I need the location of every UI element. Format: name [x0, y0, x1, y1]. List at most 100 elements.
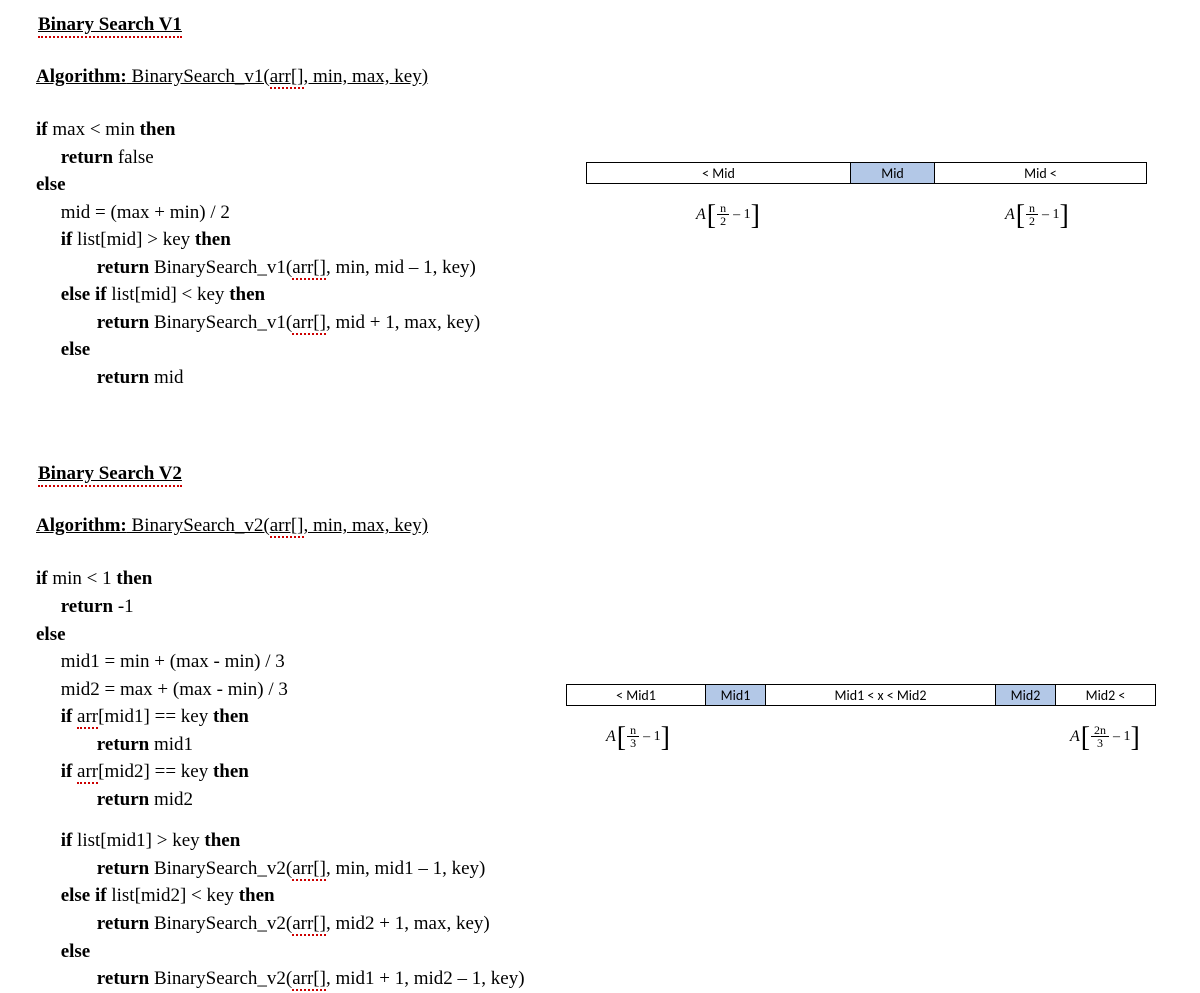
bracket-icon: [ [707, 206, 716, 226]
document-page: Binary Search V1 Algorithm: BinarySearch… [0, 0, 1200, 991]
arr-token: arr [77, 706, 98, 729]
txt: false [113, 147, 154, 168]
txt: mid2 [149, 789, 193, 810]
kw: then [229, 284, 265, 305]
txt: [mid2] == key [98, 761, 213, 782]
formula-right: A [ 2n 3 – 1 ] [1070, 724, 1140, 749]
arr-token: arr[] [292, 913, 326, 936]
kw: then [239, 885, 275, 906]
arr-token: arr[] [292, 257, 326, 280]
txt: , mid + 1, max, key) [326, 312, 480, 333]
sig-part: BinarySearch_v2( [127, 515, 270, 536]
denominator: 3 [1094, 737, 1106, 749]
txt: , mid2 + 1, max, key) [326, 913, 490, 934]
kw: else [36, 174, 66, 195]
array-boxes: < Mid Mid Mid < [586, 162, 1156, 184]
tail: – 1 [733, 207, 751, 223]
heading-v2: Binary Search V2 [38, 463, 182, 487]
diagram-v2: < Mid1 Mid1 Mid1 < x < Mid2 Mid2 Mid2 < … [566, 684, 1166, 749]
section-v1: Binary Search V1 Algorithm: BinarySearch… [36, 14, 596, 391]
segment-gt-mid2: Mid2 < [1056, 684, 1156, 706]
kw: return [97, 312, 149, 333]
fraction: n 2 [1026, 202, 1038, 227]
kw: then [204, 830, 240, 851]
bracket-icon: ] [1131, 728, 1140, 748]
segment-mid2: Mid2 [996, 684, 1056, 706]
kw: if [61, 761, 77, 782]
kw: else [61, 339, 91, 360]
txt: , min, mid1 – 1, key) [326, 858, 485, 879]
diagram-v1: < Mid Mid Mid < A [ n 2 – 1 ] A [ n 2 [586, 162, 1156, 227]
A: A [606, 728, 616, 746]
arr-token: arr[] [292, 312, 326, 335]
fraction: 2n 3 [1091, 724, 1109, 749]
segment-between: Mid1 < x < Mid2 [766, 684, 996, 706]
arr-token: arr[] [270, 66, 304, 89]
A: A [1005, 206, 1015, 224]
txt: -1 [113, 596, 134, 617]
bracket-icon: ] [661, 728, 670, 748]
txt: BinarySearch_v2( [149, 858, 292, 879]
kw: then [213, 761, 249, 782]
kw: then [195, 229, 231, 250]
txt: BinarySearch_v2( [149, 913, 292, 934]
txt: BinarySearch_v1( [149, 257, 292, 278]
A: A [696, 206, 706, 224]
txt: mid2 = max + (max - min) / 3 [61, 679, 288, 700]
txt: list[mid] > key [72, 229, 195, 250]
tail: – 1 [1042, 207, 1060, 223]
kw: else [36, 624, 66, 645]
kw: return [61, 147, 113, 168]
kw: if [36, 119, 48, 140]
bracket-icon: [ [617, 728, 626, 748]
txt: list[mid1] > key [72, 830, 204, 851]
kw: return [61, 596, 113, 617]
algorithm-label: Algorithm: [36, 66, 127, 87]
txt: mid [149, 367, 183, 388]
algorithm-signature-v1: Algorithm: BinarySearch_v1(arr[], min, m… [36, 66, 596, 88]
denominator: 2 [1026, 215, 1038, 227]
txt: mid = (max + min) / 2 [61, 202, 230, 223]
kw: return [97, 858, 149, 879]
bracket-icon: [ [1016, 206, 1025, 226]
algorithm-signature-v2: Algorithm: BinarySearch_v2(arr[], min, m… [36, 515, 596, 537]
arr-token: arr[] [292, 968, 326, 991]
segment-mid1: Mid1 [706, 684, 766, 706]
txt: max < min [48, 119, 140, 140]
kw: if [36, 568, 48, 589]
algorithm-label: Algorithm: [36, 515, 127, 536]
segment-gt-mid: Mid < [935, 162, 1147, 184]
fraction: n 2 [717, 202, 729, 227]
txt: mid1 = min + (max - min) / 3 [61, 651, 285, 672]
txt: mid1 [149, 734, 193, 755]
kw: then [213, 706, 249, 727]
fraction: n 3 [627, 724, 639, 749]
heading-v1: Binary Search V1 [38, 14, 182, 38]
denominator: 3 [627, 737, 639, 749]
txt: BinarySearch_v2( [149, 968, 292, 989]
arr-token: arr [77, 761, 98, 784]
bracket-icon: ] [1060, 206, 1069, 226]
bracket-icon: [ [1081, 728, 1090, 748]
segment-mid: Mid [851, 162, 935, 184]
kw: else if [61, 284, 107, 305]
kw: return [97, 968, 149, 989]
sig-part: , min, max, key) [304, 66, 429, 87]
txt: list[mid] < key [107, 284, 230, 305]
txt: BinarySearch_v1( [149, 312, 292, 333]
formula-right: A [ n 2 – 1 ] [1005, 202, 1069, 227]
sig-part: BinarySearch_v1( [127, 66, 270, 87]
sig-part: , min, max, key) [304, 515, 429, 536]
kw: if [61, 229, 73, 250]
txt: [mid1] == key [98, 706, 213, 727]
section-v2: Binary Search V2 Algorithm: BinarySearch… [36, 463, 596, 992]
arr-token: arr[] [270, 515, 304, 538]
kw: return [97, 789, 149, 810]
txt: min < 1 [48, 568, 117, 589]
tail: – 1 [643, 729, 661, 745]
kw: else if [61, 885, 107, 906]
segment-lt-mid1: < Mid1 [566, 684, 706, 706]
kw: if [61, 706, 77, 727]
kw: return [97, 913, 149, 934]
kw: if [61, 830, 73, 851]
